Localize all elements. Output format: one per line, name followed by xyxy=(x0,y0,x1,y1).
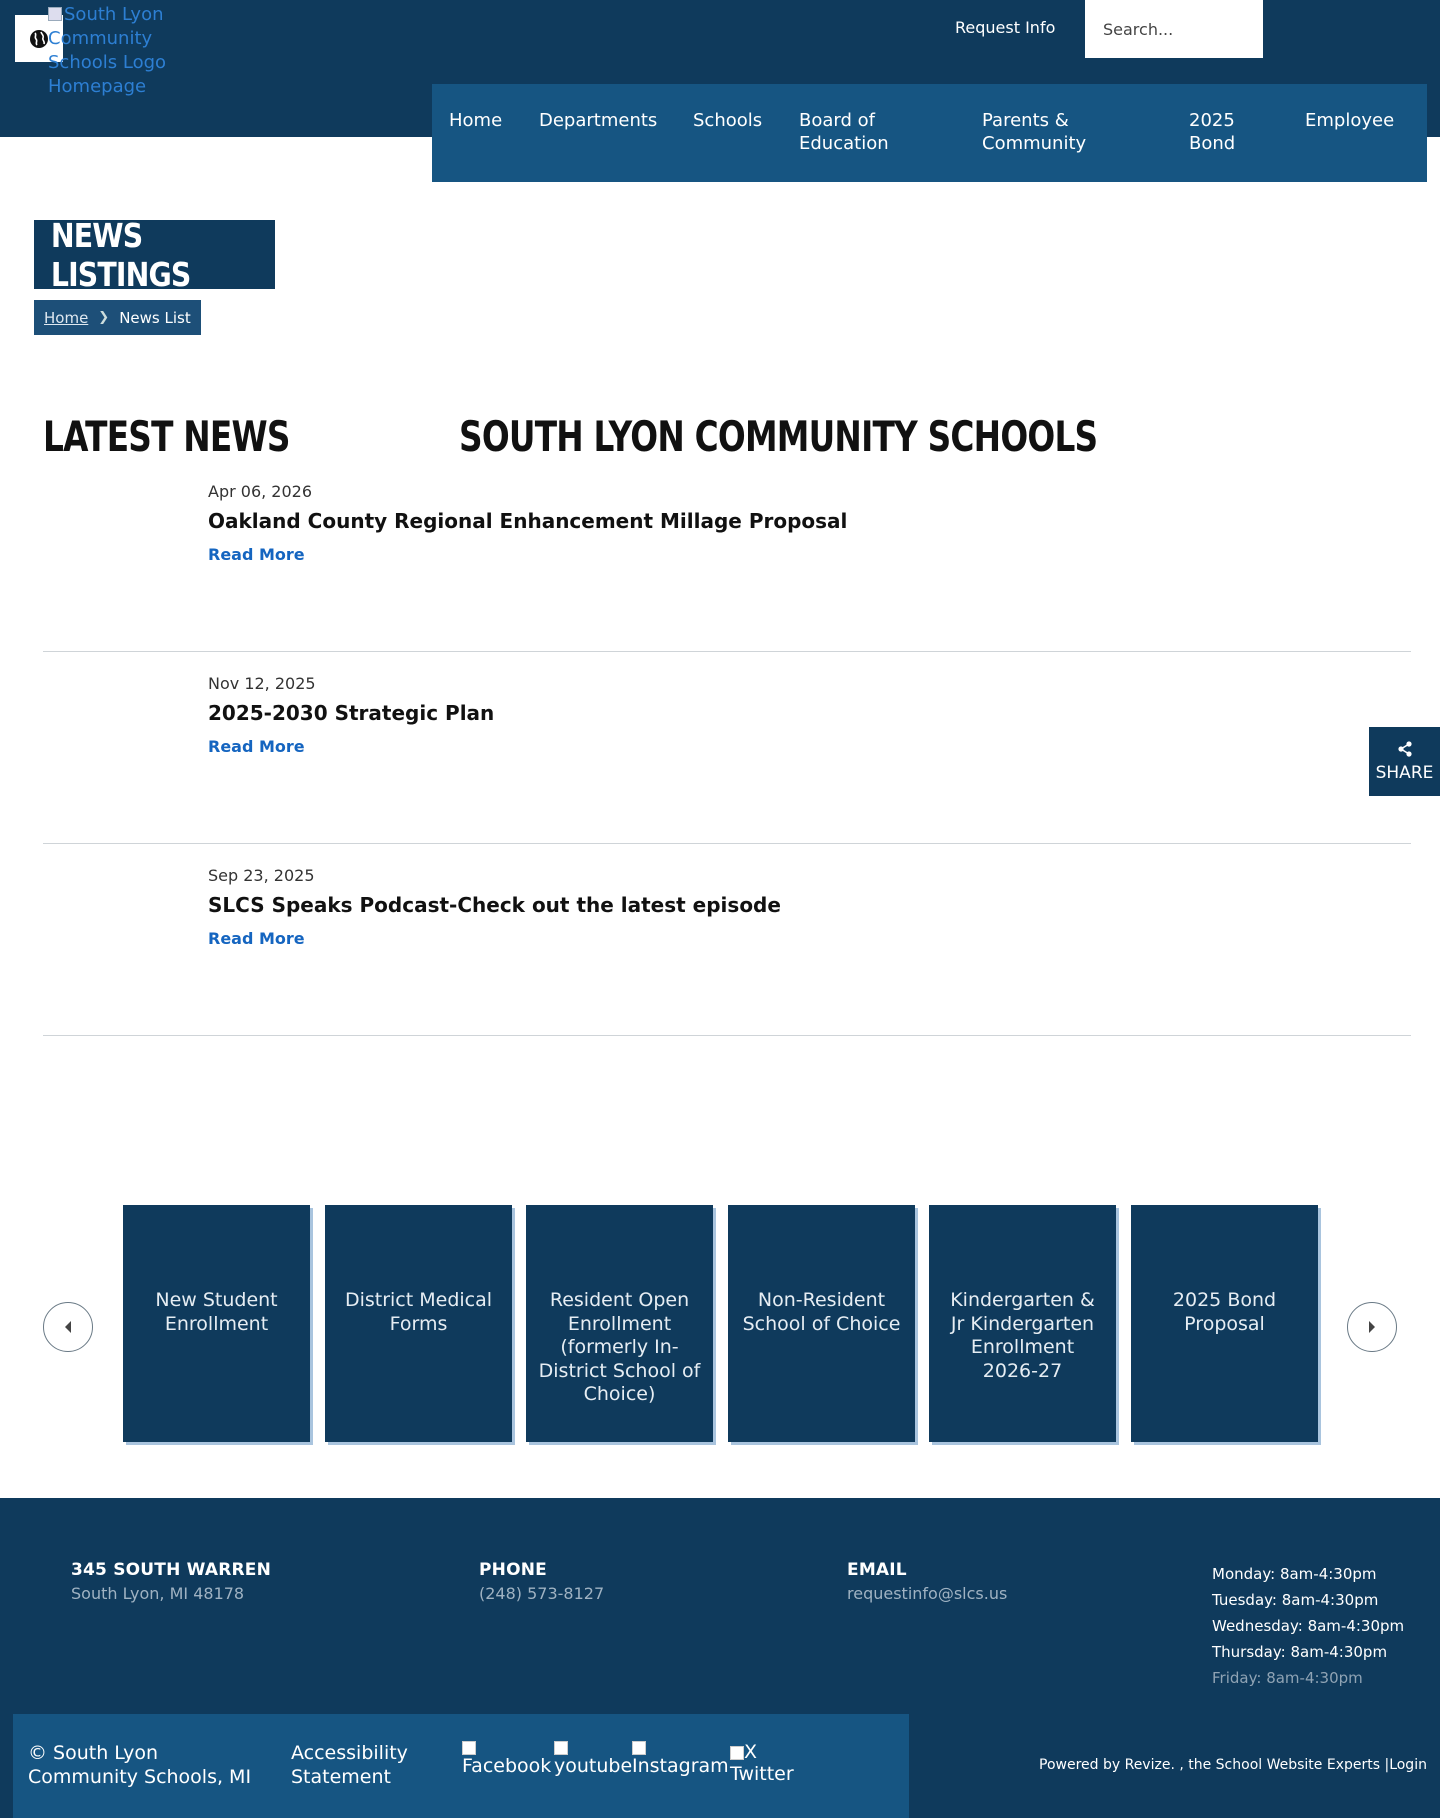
youtube-link[interactable]: youtube xyxy=(554,1741,632,1777)
hours-line: Friday: 8am-4:30pm xyxy=(1212,1669,1363,1687)
nav-departments[interactable]: Departments xyxy=(539,109,657,132)
news-date: Nov 12, 2025 xyxy=(208,674,316,693)
quick-link-card[interactable]: 2025 Bond Proposal xyxy=(1131,1205,1318,1442)
nav-board-of-education[interactable]: Board of Education xyxy=(799,109,909,155)
request-info-link[interactable]: Request Info xyxy=(955,18,1055,37)
powered-by[interactable]: Powered by Revize. , the School Website … xyxy=(1039,1757,1427,1773)
news-title-link[interactable]: SLCS Speaks Podcast-Check out the latest… xyxy=(208,893,781,917)
breadcrumb-home-link[interactable]: Home xyxy=(44,309,88,327)
quick-link-card[interactable]: Kindergarten & Jr Kindergarten Enrollmen… xyxy=(929,1205,1116,1442)
address-city: South Lyon, MI 48178 xyxy=(71,1584,245,1603)
facebook-link[interactable]: Facebook xyxy=(462,1741,551,1777)
phone-heading: PHONE xyxy=(479,1560,547,1580)
share-icon xyxy=(1397,740,1412,757)
youtube-icon xyxy=(554,1741,568,1755)
breadcrumb-current: News List xyxy=(119,308,191,327)
quick-link-card[interactable]: New Student Enrollment xyxy=(123,1205,310,1442)
hours-line: Monday: 8am-4:30pm xyxy=(1212,1565,1377,1583)
breadcrumb: Home ❯ News List xyxy=(34,300,201,335)
news-item: Apr 06, 2026 Oakland County Regional Enh… xyxy=(43,475,1411,652)
broken-image-icon xyxy=(48,7,62,21)
twitter-link[interactable]: X Twitter xyxy=(730,1741,800,1785)
email-heading: EMAIL xyxy=(847,1560,907,1580)
share-label: SHARE xyxy=(1375,762,1434,783)
chevron-right-icon: ❯ xyxy=(98,310,110,325)
nav-employee[interactable]: Employee xyxy=(1305,109,1394,132)
nav-2025-bond[interactable]: 2025 Bond xyxy=(1189,109,1249,155)
carousel-next-button[interactable] xyxy=(1347,1302,1397,1352)
share-button[interactable]: SHARE xyxy=(1369,727,1440,796)
office-hours: Monday: 8am-4:30pm Tuesday: 8am-4:30pm W… xyxy=(1212,1561,1404,1691)
facebook-icon xyxy=(462,1741,476,1755)
instagram-icon xyxy=(632,1741,646,1755)
phone-link[interactable]: (248) 573-8127 xyxy=(479,1584,604,1603)
district-heading: SOUTH LYON COMMUNITY SCHOOLS xyxy=(459,412,1098,461)
page-title: NEWS LISTINGS xyxy=(34,216,275,294)
instagram-link[interactable]: Instagram xyxy=(632,1741,729,1777)
globe-icon xyxy=(30,29,48,48)
hours-line: Wednesday: 8am-4:30pm xyxy=(1212,1617,1405,1635)
accessibility-statement-link[interactable]: Accessibility Statement xyxy=(291,1741,421,1789)
news-date: Sep 23, 2025 xyxy=(208,866,315,885)
email-link[interactable]: requestinfo@slcs.us xyxy=(847,1584,1007,1603)
read-more-link[interactable]: Read More xyxy=(208,545,305,564)
news-item: Nov 12, 2025 2025-2030 Strategic Plan Re… xyxy=(43,667,1411,844)
carousel-prev-button[interactable] xyxy=(43,1302,93,1352)
news-item: Sep 23, 2025 SLCS Speaks Podcast-Check o… xyxy=(43,859,1411,1036)
search-input[interactable] xyxy=(1085,0,1263,58)
latest-news-heading: LATEST NEWS xyxy=(43,412,290,461)
nav-schools[interactable]: Schools xyxy=(693,109,762,132)
main-nav: Home Departments Schools Board of Educat… xyxy=(432,84,1427,182)
read-more-link[interactable]: Read More xyxy=(208,737,305,756)
news-title-link[interactable]: 2025-2030 Strategic Plan xyxy=(208,701,494,725)
caret-right-icon xyxy=(1369,1321,1375,1333)
hours-line: Thursday: 8am-4:30pm xyxy=(1212,1643,1388,1661)
quick-link-card[interactable]: District Medical Forms xyxy=(325,1205,512,1442)
nav-home[interactable]: Home xyxy=(449,109,502,132)
logo-alt-text: South Lyon Community Schools Logo Homepa… xyxy=(48,4,167,97)
x-twitter-icon xyxy=(730,1745,744,1760)
hours-line: Tuesday: 8am-4:30pm xyxy=(1212,1591,1379,1609)
read-more-link[interactable]: Read More xyxy=(208,929,305,948)
address-heading: 345 SOUTH WARREN xyxy=(71,1560,272,1580)
quick-link-card[interactable]: Non-Resident School of Choice xyxy=(728,1205,915,1442)
news-date: Apr 06, 2026 xyxy=(208,482,313,501)
caret-left-icon xyxy=(65,1321,71,1333)
news-title-link[interactable]: Oakland County Regional Enhancement Mill… xyxy=(208,509,847,533)
logo-link[interactable]: South Lyon Community Schools Logo Homepa… xyxy=(48,3,188,99)
copyright: © South Lyon Community Schools, MI xyxy=(28,1742,252,1788)
nav-parents-community[interactable]: Parents & Community xyxy=(982,109,1112,155)
quick-link-card[interactable]: Resident Open Enrollment (formerly In-Di… xyxy=(526,1205,713,1442)
